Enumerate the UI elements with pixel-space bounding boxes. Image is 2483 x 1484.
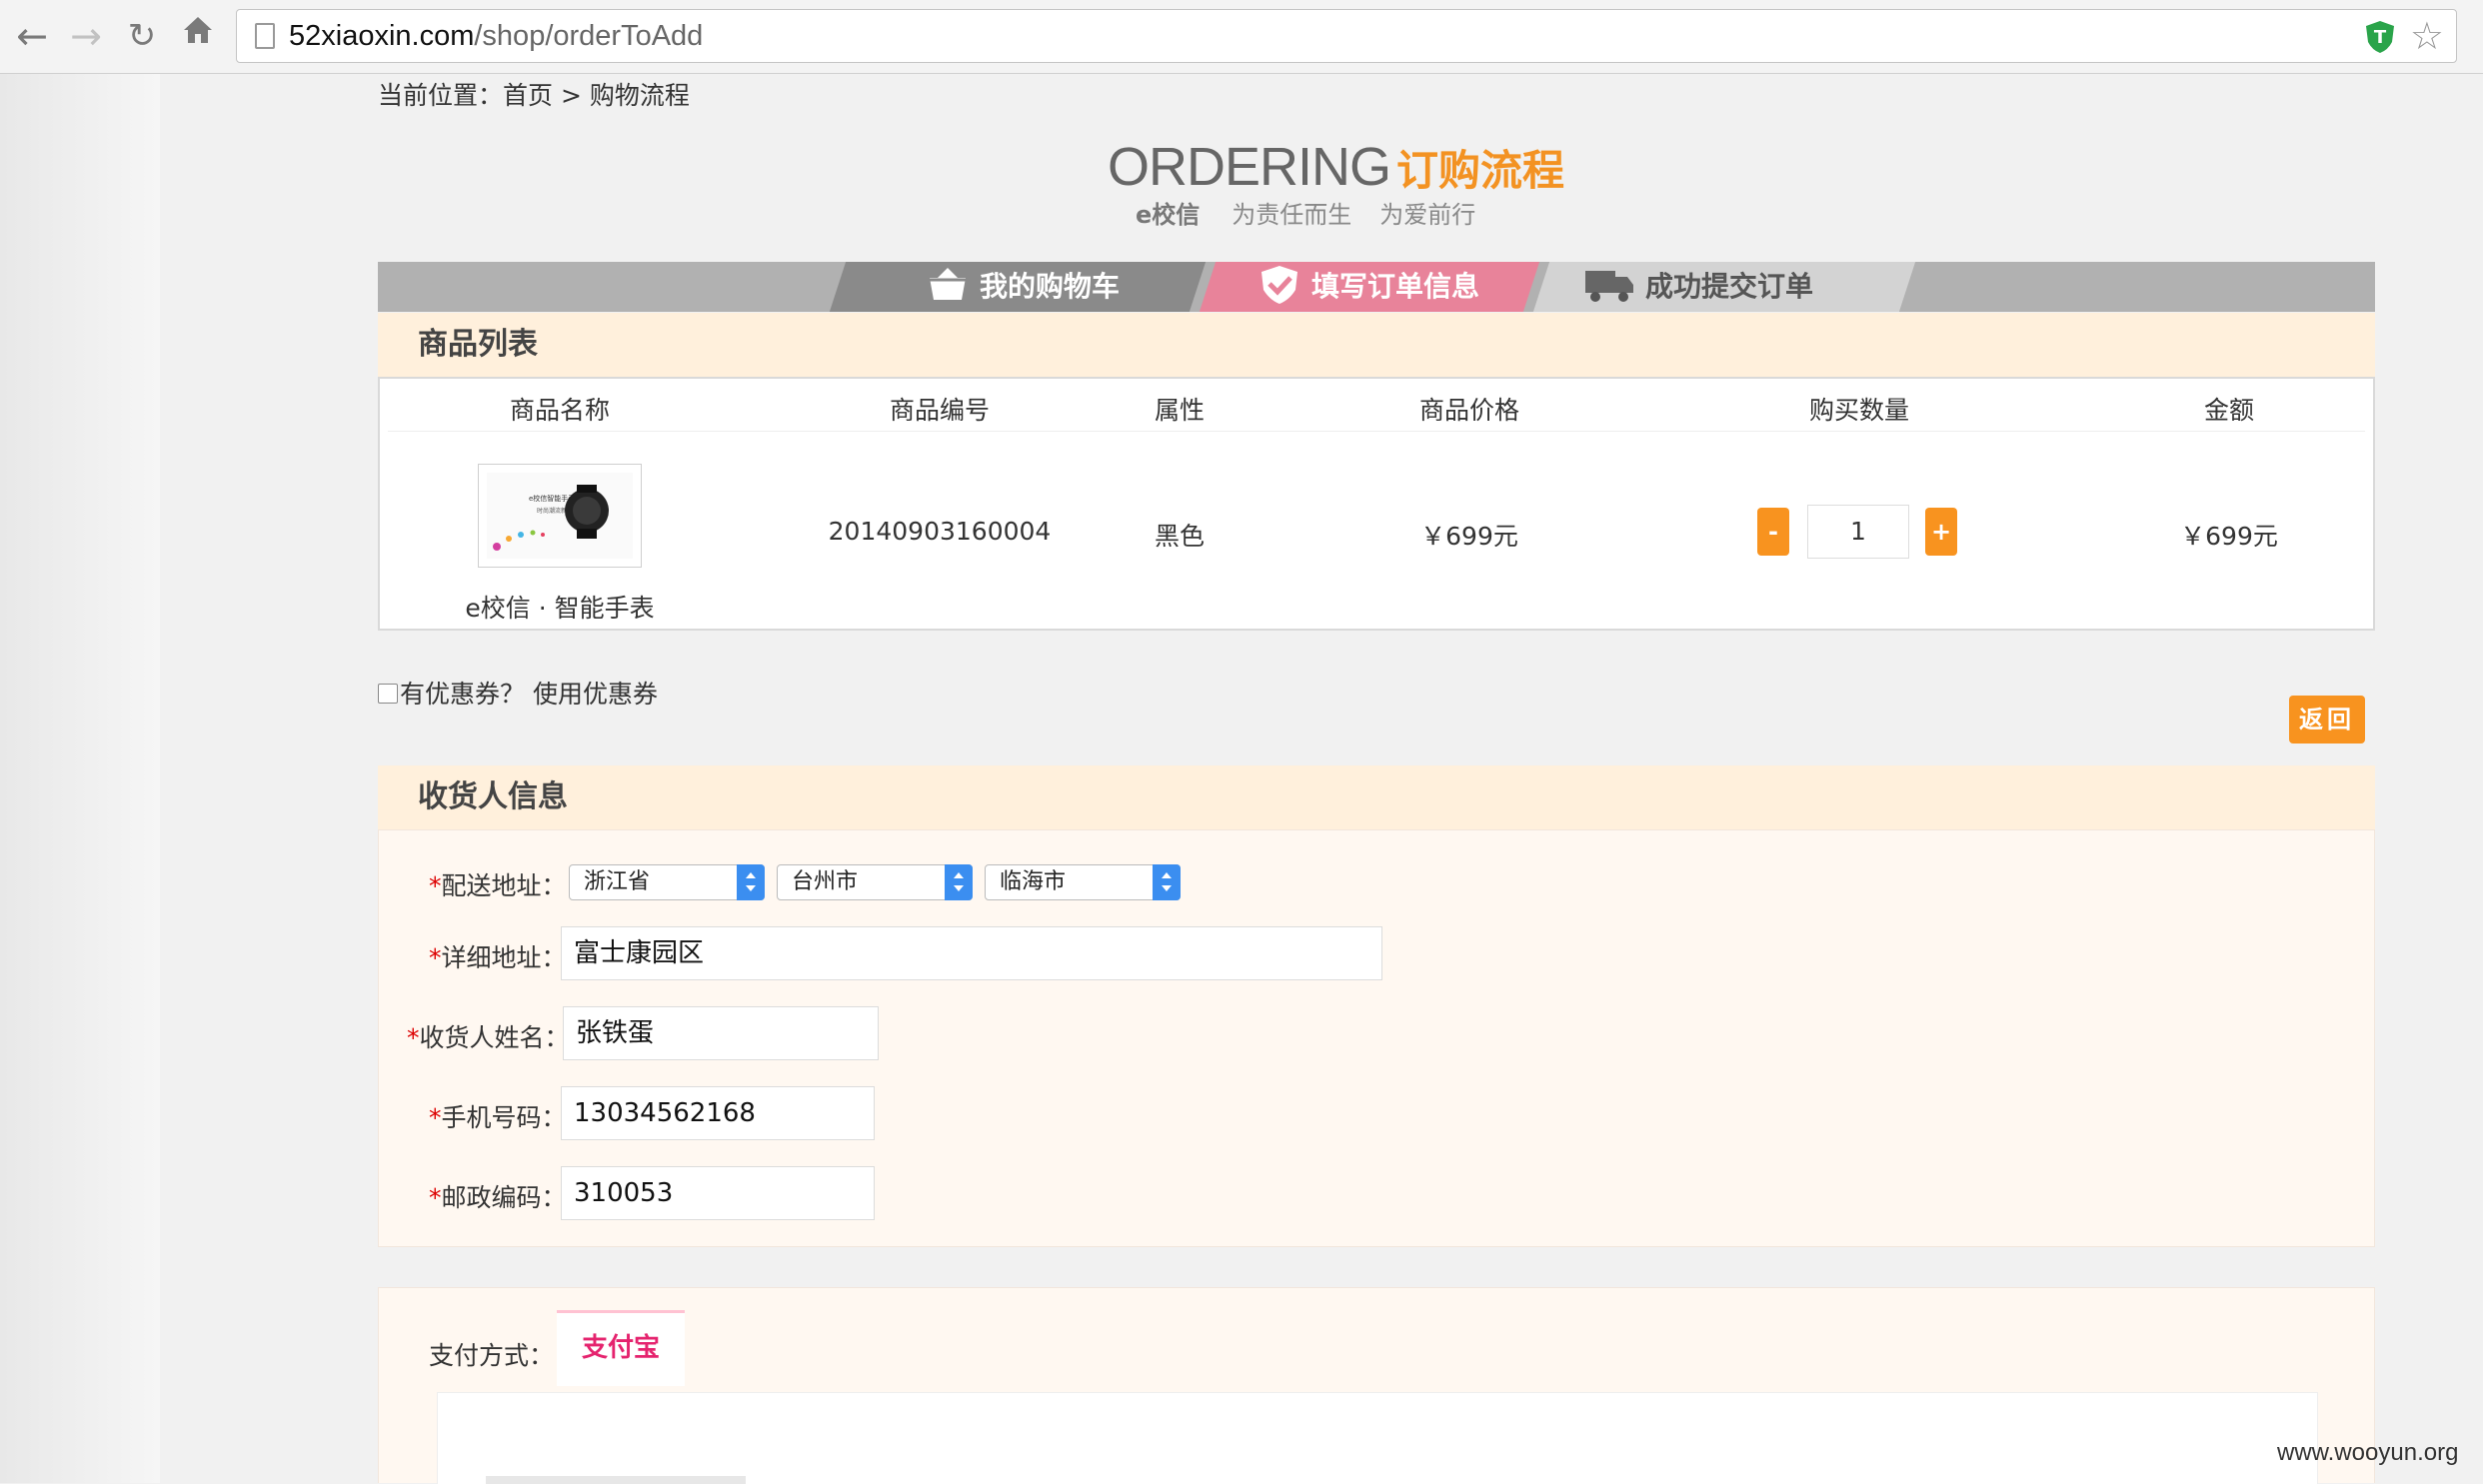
detail-address-label: *详细地址：	[429, 943, 567, 972]
shield-extension-icon[interactable]: T	[2364, 20, 2396, 54]
step-submit-label: 成功提交订单	[1645, 270, 1814, 303]
goods-section-title: 商品列表	[378, 313, 2375, 377]
step-submit[interactable]: 成功提交订单	[1583, 262, 1813, 312]
payment-body	[437, 1392, 2318, 1484]
zip-label: *邮政编码：	[429, 1183, 567, 1212]
step-fill-info[interactable]: 填写订单信息	[1257, 262, 1479, 312]
home-icon[interactable]	[176, 12, 220, 56]
watermark: www.wooyun.org	[2277, 1439, 2459, 1466]
product-code: 20140903160004	[828, 517, 1052, 546]
arrow-left-icon[interactable]: ←	[10, 14, 54, 58]
slogan: e校信 为责任而生 为爱前行	[1136, 195, 1475, 230]
receiver-name-input[interactable]: 张铁蛋	[563, 1006, 879, 1060]
brand-name: e校信	[1136, 201, 1201, 229]
qty-decrease-button[interactable]: -	[1757, 508, 1789, 556]
province-select[interactable]: 浙江省	[569, 864, 765, 900]
phone-input[interactable]: 13034562168	[561, 1086, 875, 1140]
breadcrumb-home-link[interactable]: 首页	[503, 81, 553, 110]
browser-toolbar: ← → ↻ 52xiaoxin.com/shop/orderToAdd T ☆	[0, 0, 2483, 74]
breadcrumb-current: 购物流程	[589, 81, 690, 110]
breadcrumb-prefix: 当前位置：	[378, 81, 504, 110]
qty-increase-button[interactable]: +	[1925, 508, 1957, 556]
qty-input[interactable]: 1	[1807, 505, 1909, 559]
page-title-cn: 订购流程	[1396, 146, 1565, 195]
breadcrumb: 当前位置：首页 > 购物流程	[378, 76, 690, 116]
page-title: ORDERING 订购流程	[1108, 136, 1564, 200]
address-label: *配送地址：	[429, 871, 567, 900]
page-title-en: ORDERING	[1108, 137, 1391, 197]
product-name-link[interactable]: e校信 · 智能手表	[460, 589, 660, 625]
svg-text:T: T	[2374, 27, 2387, 48]
truck-icon	[1585, 271, 1633, 302]
col-header-qty: 购买数量	[1808, 396, 1909, 425]
col-header-attr: 属性	[1154, 396, 1205, 425]
reload-icon[interactable]: ↻	[120, 14, 164, 58]
alipay-tab[interactable]: 支付宝Alipy	[557, 1310, 685, 1433]
url-text[interactable]: 52xiaoxin.com/shop/orderToAdd	[289, 10, 703, 62]
col-header-name: 商品名称	[509, 396, 610, 425]
slogan-2: 为爱前行	[1379, 201, 1476, 229]
step-fill-info-label: 填写订单信息	[1311, 270, 1480, 303]
payment-section: 支付方式： 支付宝Alipy	[378, 1287, 2375, 1484]
city-select[interactable]: 台州市	[777, 864, 973, 900]
district-select[interactable]: 临海市	[985, 864, 1181, 900]
product-price: ￥699元	[1420, 522, 1518, 551]
header-divider	[388, 431, 2365, 432]
address-bar[interactable]: 52xiaoxin.com/shop/orderToAdd T ☆	[236, 9, 2457, 63]
col-header-total: 金额	[2203, 396, 2254, 425]
check-shield-icon	[1261, 266, 1297, 304]
receiver-form: *配送地址： 浙江省 台州市 临海市 *详细地址： 富士康园区 *收货人姓名： …	[378, 829, 2375, 1247]
receiver-name-label: *收货人姓名：	[407, 1023, 570, 1052]
arrow-right-icon[interactable]: →	[64, 14, 108, 58]
goods-table: 商品名称 商品编号 属性 商品价格 购买数量 金额 e校信智能手表 时尚潮流新颜…	[378, 377, 2375, 631]
payment-label: 支付方式：	[429, 1341, 555, 1370]
slogan-1: 为责任而生	[1232, 201, 1352, 229]
coupon-row: 有优惠券？ 使用优惠券	[378, 680, 658, 710]
product-total: ￥699元	[2180, 522, 2278, 551]
coupon-checkbox[interactable]	[378, 684, 398, 704]
basket-icon	[930, 268, 966, 300]
receiver-section-title: 收货人信息	[378, 765, 2375, 829]
page-gutter	[0, 74, 160, 1483]
breadcrumb-separator: >	[560, 81, 582, 110]
star-icon[interactable]: ☆	[2410, 14, 2444, 58]
page-icon	[255, 23, 275, 49]
zip-input[interactable]: 310053	[561, 1166, 875, 1220]
coupon-label[interactable]: 有优惠券？ 使用优惠券	[400, 680, 658, 709]
col-header-code: 商品编号	[889, 396, 990, 425]
back-button[interactable]: 返回	[2289, 696, 2365, 743]
product-attr: 黑色	[1154, 522, 1205, 551]
order-steps-bar: 我的购物车 填写订单信息 成功提交订单	[378, 262, 2375, 312]
col-header-price: 商品价格	[1418, 396, 1519, 425]
detail-address-input[interactable]: 富士康园区	[561, 926, 1382, 980]
select-arrows-icon	[945, 864, 973, 900]
product-thumbnail[interactable]: e校信智能手表 时尚潮流新颜	[478, 464, 642, 568]
step-cart-label: 我的购物车	[980, 270, 1121, 303]
select-arrows-icon	[1153, 864, 1181, 900]
select-arrows-icon	[737, 864, 765, 900]
step-cart[interactable]: 我的购物车	[926, 262, 1120, 312]
phone-label: *手机号码：	[429, 1103, 567, 1132]
